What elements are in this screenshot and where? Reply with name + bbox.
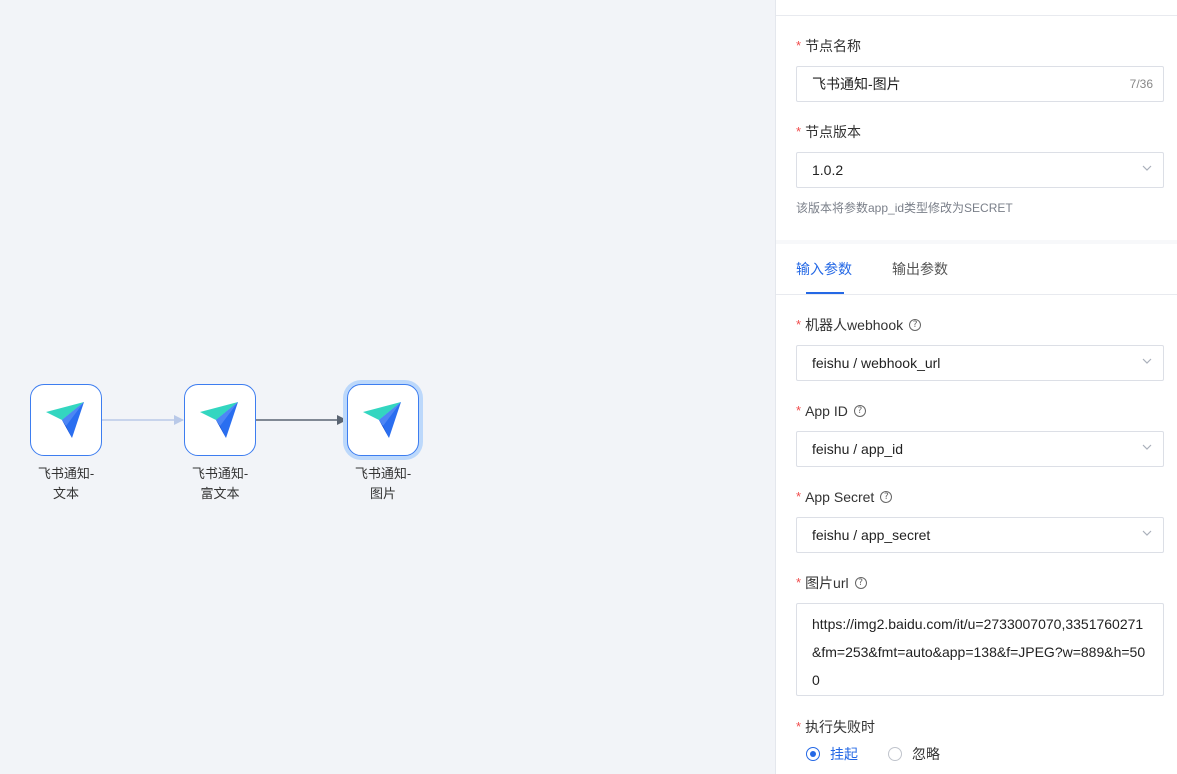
feishu-paper-plane-icon [363,402,401,438]
label-text: 执行失败时 [805,719,876,735]
select-value: feishu / webhook_url [812,355,941,371]
chevron-down-icon [1142,444,1152,450]
app-secret-select[interactable]: feishu / app_secret [796,517,1164,553]
chevron-down-icon [1142,358,1152,364]
app-secret-label: * App Secret ? [796,487,893,507]
webhook-select[interactable]: feishu / webhook_url [796,345,1164,381]
divider [776,15,1177,16]
node-config-panel: * 节点名称 飞书通知-图片 7/36 * 节点版本 1.0.2 该版本将参数a… [775,0,1177,774]
tabs-divider [776,294,1177,295]
label-text: 机器人webhook [805,317,904,333]
radio-label: 忽略 [912,746,940,762]
node-box[interactable] [30,384,102,456]
node-label: 飞书通知- 图片 [354,466,412,501]
chevron-down-icon [1142,530,1152,536]
tab-input-params[interactable]: 输入参数 [796,259,852,279]
tab-output-params[interactable]: 输出参数 [892,259,948,279]
select-value: feishu / app_secret [812,527,931,543]
required-mark: * [796,719,802,734]
node-feishu-image[interactable]: 飞书通知- 图片 [323,384,443,504]
radio-suspend[interactable]: 挂起 [806,744,858,764]
workflow-canvas[interactable]: 飞书通知- 文本 飞书通知- 富文本 飞书通知- 图片 [0,0,775,774]
app-id-select[interactable]: feishu / app_id [796,431,1164,467]
on-failure-label: * 执行失败时 [796,717,875,737]
node-feishu-richtext[interactable]: 飞书通知- 富文本 [160,384,280,504]
label-text: App Secret [805,489,875,505]
radio-unchecked-icon[interactable] [888,747,902,761]
input-value: 飞书通知-图片 [812,76,901,92]
help-icon[interactable]: ? [854,577,867,589]
chevron-down-icon [1142,165,1152,171]
required-mark: * [796,317,802,332]
label-text: 节点名称 [805,38,862,54]
label-text: 图片url [805,575,849,591]
radio-ignore[interactable]: 忽略 [888,744,940,764]
node-version-label: * 节点版本 [796,122,861,142]
required-mark: * [796,124,802,139]
label-text: 节点版本 [805,124,862,140]
node-version-select[interactable]: 1.0.2 [796,152,1164,188]
node-name-input[interactable]: 飞书通知-图片 7/36 [796,66,1164,102]
version-hint: 该版本将参数app_id类型修改为SECRET [796,201,1013,215]
char-count: 7/36 [1129,77,1153,91]
feishu-paper-plane-icon [46,402,84,438]
help-icon[interactable]: ? [853,405,866,417]
radio-checked-icon[interactable] [806,747,820,761]
section-gap [776,240,1177,244]
label-text: App ID [805,403,848,419]
required-mark: * [796,489,802,504]
required-mark: * [796,38,802,53]
required-mark: * [796,575,802,590]
select-value: 1.0.2 [812,162,844,178]
node-box[interactable] [184,384,256,456]
node-box[interactable] [347,384,419,456]
select-value: feishu / app_id [812,441,904,457]
node-feishu-text[interactable]: 飞书通知- 文本 [6,384,126,504]
help-icon[interactable]: ? [880,491,893,503]
app-id-label: * App ID ? [796,401,866,421]
feishu-paper-plane-icon [200,402,238,438]
help-icon[interactable]: ? [909,319,922,331]
node-name-label: * 节点名称 [796,36,861,56]
radio-label: 挂起 [830,746,858,762]
on-failure-radio-group: 挂起 忽略 [806,744,970,764]
required-mark: * [796,403,802,418]
node-label: 飞书通知- 文本 [37,466,95,501]
image-url-textarea[interactable]: https://img2.baidu.com/it/u=2733007070,3… [796,603,1164,696]
image-url-label: * 图片url ? [796,573,867,593]
node-label: 飞书通知- 富文本 [191,466,249,501]
webhook-label: * 机器人webhook ? [796,315,922,335]
